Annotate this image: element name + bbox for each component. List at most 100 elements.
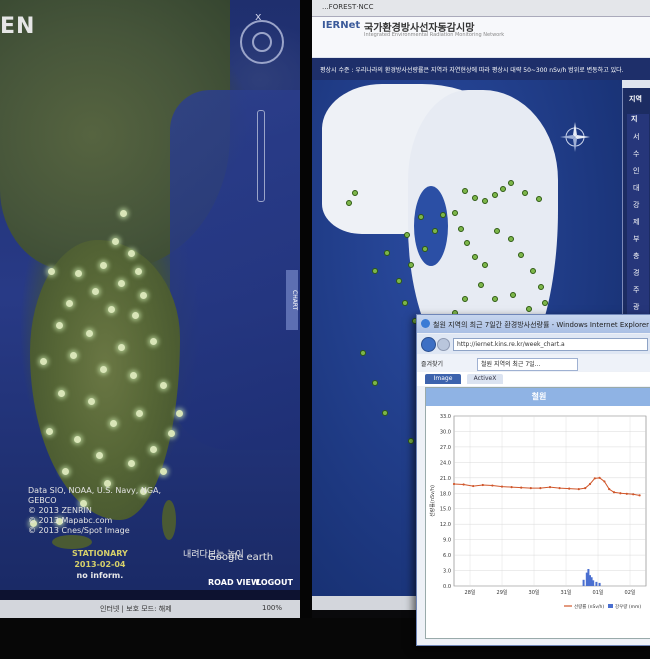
station-marker[interactable]: [100, 366, 107, 373]
station-dot[interactable]: [538, 284, 544, 290]
station-marker[interactable]: [96, 452, 103, 459]
station-marker[interactable]: [150, 446, 157, 453]
station-marker[interactable]: [130, 372, 137, 379]
navigation-center-icon[interactable]: [252, 32, 272, 52]
station-dot[interactable]: [542, 300, 548, 306]
back-button-icon[interactable]: [421, 337, 436, 352]
region-item[interactable]: 충: [633, 251, 639, 261]
favorites-button[interactable]: 즐겨찾기: [421, 359, 443, 368]
region-item[interactable]: 경: [633, 268, 639, 278]
station-dot[interactable]: [536, 196, 542, 202]
station-marker[interactable]: [118, 344, 125, 351]
station-marker[interactable]: [160, 382, 167, 389]
region-item[interactable]: 수: [633, 149, 639, 159]
station-marker[interactable]: [74, 436, 81, 443]
station-dot[interactable]: [526, 306, 532, 312]
station-dot[interactable]: [478, 282, 484, 288]
station-dot[interactable]: [352, 190, 358, 196]
station-marker[interactable]: [92, 288, 99, 295]
station-marker[interactable]: [168, 430, 175, 437]
station-marker[interactable]: [88, 398, 95, 405]
station-dot[interactable]: [492, 192, 498, 198]
station-dot[interactable]: [408, 262, 414, 268]
station-dot[interactable]: [422, 246, 428, 252]
browser-tab[interactable]: 철원 지역의 최근 7일...: [477, 358, 578, 371]
station-dot[interactable]: [530, 268, 536, 274]
station-marker[interactable]: [140, 292, 147, 299]
station-marker[interactable]: [128, 460, 135, 467]
station-dot[interactable]: [372, 380, 378, 386]
station-dot[interactable]: [404, 232, 410, 238]
station-dot[interactable]: [408, 438, 414, 444]
region-item[interactable]: 서: [633, 132, 639, 142]
station-dot[interactable]: [432, 228, 438, 234]
station-dot[interactable]: [360, 350, 366, 356]
station-marker[interactable]: [120, 210, 127, 217]
station-dot[interactable]: [492, 296, 498, 302]
station-marker[interactable]: [160, 468, 167, 475]
station-dot[interactable]: [418, 214, 424, 220]
road-view-button[interactable]: ROAD VIEW: [208, 578, 260, 587]
station-dot[interactable]: [458, 226, 464, 232]
station-marker[interactable]: [62, 468, 69, 475]
station-dot[interactable]: [510, 292, 516, 298]
url-input[interactable]: http://iernet.kins.re.kr/week_chart.a: [453, 338, 648, 351]
station-dot[interactable]: [500, 186, 506, 192]
station-marker[interactable]: [112, 238, 119, 245]
station-marker[interactable]: [135, 268, 142, 275]
station-marker[interactable]: [70, 352, 77, 359]
station-dot[interactable]: [396, 278, 402, 284]
station-dot[interactable]: [346, 200, 352, 206]
station-dot[interactable]: [518, 252, 524, 258]
station-dot[interactable]: [472, 195, 478, 201]
region-item[interactable]: 광: [633, 302, 639, 312]
forward-button-icon[interactable]: [437, 338, 450, 351]
station-dot[interactable]: [462, 188, 468, 194]
station-dot[interactable]: [382, 410, 388, 416]
region-item[interactable]: 강: [633, 200, 639, 210]
station-marker[interactable]: [40, 358, 47, 365]
station-dot[interactable]: [372, 268, 378, 274]
station-dot[interactable]: [494, 228, 500, 234]
station-marker[interactable]: [66, 300, 73, 307]
chart-tab[interactable]: CHART: [286, 270, 298, 330]
station-dot[interactable]: [482, 198, 488, 204]
station-dot[interactable]: [508, 180, 514, 186]
region-item[interactable]: 제: [633, 217, 639, 227]
station-marker[interactable]: [46, 428, 53, 435]
station-marker[interactable]: [128, 250, 135, 257]
station-marker[interactable]: [75, 270, 82, 277]
station-marker[interactable]: [136, 410, 143, 417]
station-dot[interactable]: [462, 296, 468, 302]
station-dot[interactable]: [440, 212, 446, 218]
station-marker[interactable]: [86, 330, 93, 337]
station-marker[interactable]: [176, 410, 183, 417]
station-dot[interactable]: [402, 300, 408, 306]
station-marker[interactable]: [108, 306, 115, 313]
station-dot[interactable]: [482, 262, 488, 268]
station-dot[interactable]: [464, 240, 470, 246]
region-item[interactable]: 부: [633, 234, 639, 244]
region-item[interactable]: 주: [633, 285, 639, 295]
station-dot[interactable]: [508, 236, 514, 242]
station-dot[interactable]: [522, 190, 528, 196]
logout-button[interactable]: LOGOUT: [256, 578, 293, 587]
station-marker[interactable]: [48, 268, 55, 275]
station-marker[interactable]: [150, 338, 157, 345]
station-marker[interactable]: [58, 390, 65, 397]
window-titlebar[interactable]: 철원 지역의 최근 7일간 환경방사선량률 - Windows Internet…: [417, 315, 650, 333]
station-dot[interactable]: [472, 254, 478, 260]
tab-activex[interactable]: ActiveX: [467, 374, 503, 384]
station-marker[interactable]: [100, 262, 107, 269]
station-marker[interactable]: [110, 420, 117, 427]
station-marker[interactable]: [132, 312, 139, 319]
station-marker[interactable]: [56, 322, 63, 329]
station-dot[interactable]: [452, 210, 458, 216]
region-item[interactable]: 대: [633, 183, 639, 193]
chart-popup-window[interactable]: 철원 지역의 최근 7일간 환경방사선량률 - Windows Internet…: [416, 314, 650, 646]
tab-image[interactable]: Image: [425, 374, 461, 384]
zoom-level[interactable]: 100%: [262, 604, 282, 612]
station-dot[interactable]: [384, 250, 390, 256]
region-item[interactable]: 인: [633, 166, 639, 176]
station-marker[interactable]: [118, 280, 125, 287]
